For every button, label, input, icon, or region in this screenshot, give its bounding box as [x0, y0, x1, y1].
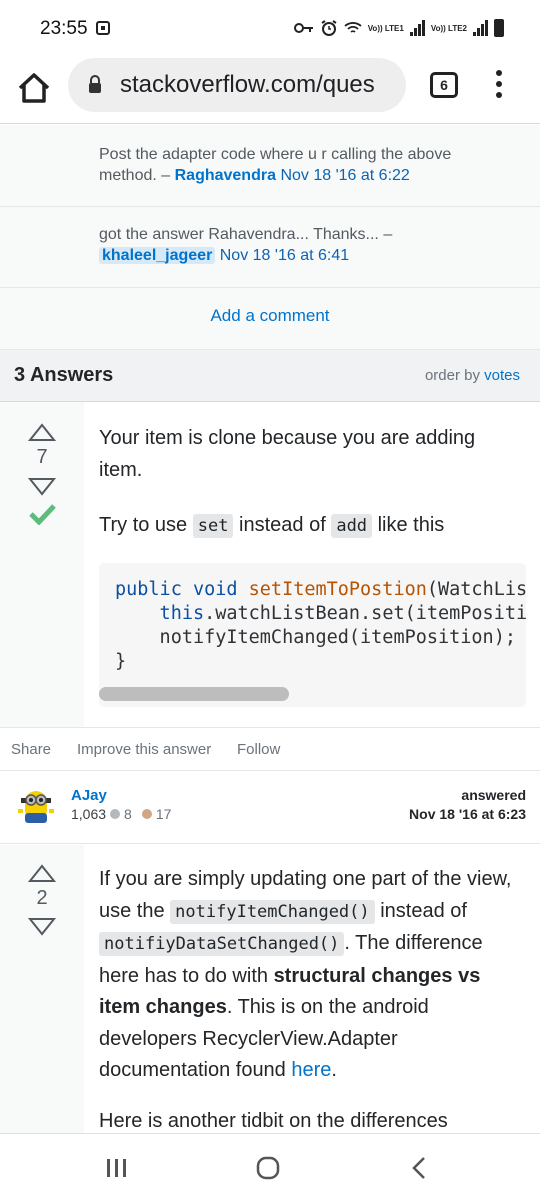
vote-count: 2: [36, 887, 48, 909]
status-time: 23:55: [40, 18, 88, 39]
code-text: }: [115, 651, 127, 672]
downvote-icon[interactable]: [28, 917, 56, 937]
code-line: this.watchListBean.set(itemPositio: [115, 603, 526, 624]
browser-toolbar: stackoverflow.com/ques 6: [0, 58, 540, 124]
code-line: }: [115, 651, 126, 672]
key-icon: [293, 23, 313, 33]
answers-count: 3 Answers: [14, 364, 114, 386]
answer-text: instead of: [239, 514, 326, 536]
lock-icon: [89, 75, 101, 93]
order-by-votes-link[interactable]: votes: [484, 367, 520, 384]
answered-date[interactable]: Nov 18 '16 at 6:23: [409, 806, 526, 822]
url-text[interactable]: stackoverflow.com/ques: [120, 71, 400, 99]
inline-code: notifiyDataSetChanged(): [99, 932, 345, 956]
tab-switcher-button[interactable]: 6: [430, 72, 458, 98]
code-text: notifyItemChanged(itemPosition);: [115, 627, 516, 648]
alarm-icon: [321, 20, 337, 36]
status-icons: Vo)) LTE1 Vo)) LTE2: [293, 16, 504, 40]
code-line: notifyItemChanged(itemPosition);: [115, 627, 516, 648]
reputation-score: 1,063: [71, 806, 107, 822]
vote-count: 7: [36, 446, 48, 468]
home-icon[interactable]: [16, 70, 52, 106]
vote-column: 2: [0, 845, 84, 1133]
code-text: .watchListBean.set(itemPositio: [204, 603, 526, 624]
code-scrollbar[interactable]: [99, 687, 289, 701]
comment-user-link[interactable]: khaleel_jageer: [99, 247, 216, 264]
follow-link[interactable]: Follow: [237, 741, 280, 758]
accepted-check-icon: [29, 504, 56, 525]
answer-text: .: [331, 1059, 337, 1081]
avatar[interactable]: [16, 785, 56, 829]
back-icon[interactable]: [410, 1156, 428, 1180]
comment: Post the adapter code where u r calling …: [0, 125, 540, 207]
code-keyword: this: [115, 603, 205, 624]
share-link[interactable]: Share: [11, 741, 51, 758]
comment-user-link[interactable]: Raghavendra: [175, 167, 276, 184]
answer-paragraph: Try to use set instead of add like this: [99, 510, 519, 543]
user-card: AJay 1,063 8 17 answered Nov 18 '16 at 6…: [0, 770, 540, 844]
wifi-icon: [344, 22, 362, 33]
improve-answer-link[interactable]: Improve this answer: [77, 741, 211, 758]
upvote-icon[interactable]: [28, 422, 56, 442]
answer-paragraph: If you are simply updating one part of t…: [99, 864, 519, 1087]
comment-text: Post the adapter code where u r calling …: [99, 144, 499, 186]
home-nav-icon[interactable]: [256, 1156, 280, 1180]
url-bar[interactable]: stackoverflow.com/ques: [68, 58, 406, 112]
code-block[interactable]: public void setItemToPostion(WatchList t…: [99, 563, 526, 707]
add-comment-row: Add a comment: [0, 288, 540, 350]
user-name-link[interactable]: AJay: [71, 787, 107, 804]
android-nav-bar: [0, 1133, 540, 1200]
comment-body: got the answer Rahavendra... Thanks... –: [99, 226, 393, 243]
signal-2-icon: [473, 20, 488, 36]
code-function: setItemToPostion: [248, 579, 427, 600]
comment: got the answer Rahavendra... Thanks... –…: [0, 207, 540, 288]
post-menu: Share Improve this answer Follow: [0, 727, 540, 769]
here-link[interactable]: here: [291, 1059, 331, 1081]
answers-header: 3 Answers order by votes: [0, 350, 540, 402]
signal-1-icon: [409, 20, 425, 36]
code-keyword: public void: [115, 579, 249, 600]
upvote-icon[interactable]: [28, 863, 56, 883]
answer-paragraph: Your item is clone because you are addin…: [99, 427, 476, 481]
bronze-badge-count: 17: [155, 806, 172, 822]
battery-icon: [494, 19, 504, 37]
inline-code: notifyItemChanged(): [170, 899, 375, 924]
status-bar: 23:55 Vo)) LTE1 Vo)) LTE2: [0, 0, 540, 58]
bronze-badge-icon: [141, 809, 152, 819]
page-content: Post the adapter code where u r calling …: [0, 125, 540, 1133]
answer-text: like this: [377, 514, 445, 536]
code-text: (WatchList: [426, 579, 526, 600]
user-reputation: 1,063 8 17: [71, 806, 171, 822]
answer-paragraph: Here is another tidbit on the difference…: [99, 1110, 448, 1132]
answer-text: Try to use: [99, 514, 188, 536]
comment-date-link[interactable]: Nov 18 '16 at 6:22: [280, 167, 409, 184]
answered-label: answered: [461, 787, 526, 803]
silver-badge-icon: [110, 809, 121, 819]
inline-code: set: [192, 514, 234, 538]
downvote-icon[interactable]: [28, 477, 56, 497]
comment-date-link[interactable]: Nov 18 '16 at 6:41: [220, 247, 349, 264]
order-by-label: order by: [424, 367, 480, 384]
lte2-label: Vo)) LTE2: [430, 23, 467, 33]
lte1-label: Vo)) LTE1: [367, 23, 404, 33]
add-comment-link[interactable]: Add a comment: [0, 306, 540, 326]
message-notification-icon: [96, 21, 110, 35]
silver-badge-count: 8: [124, 806, 132, 822]
more-menu-icon[interactable]: [494, 70, 504, 102]
order-by: order by votes: [425, 367, 520, 384]
recent-apps-icon[interactable]: [106, 1158, 128, 1178]
vote-column: 7: [0, 402, 84, 727]
answer-text: instead of: [380, 899, 467, 922]
inline-code: add: [331, 514, 373, 538]
code-line: public void setItemToPostion(WatchList: [115, 579, 526, 600]
comment-text: got the answer Rahavendra... Thanks... –…: [99, 224, 499, 266]
